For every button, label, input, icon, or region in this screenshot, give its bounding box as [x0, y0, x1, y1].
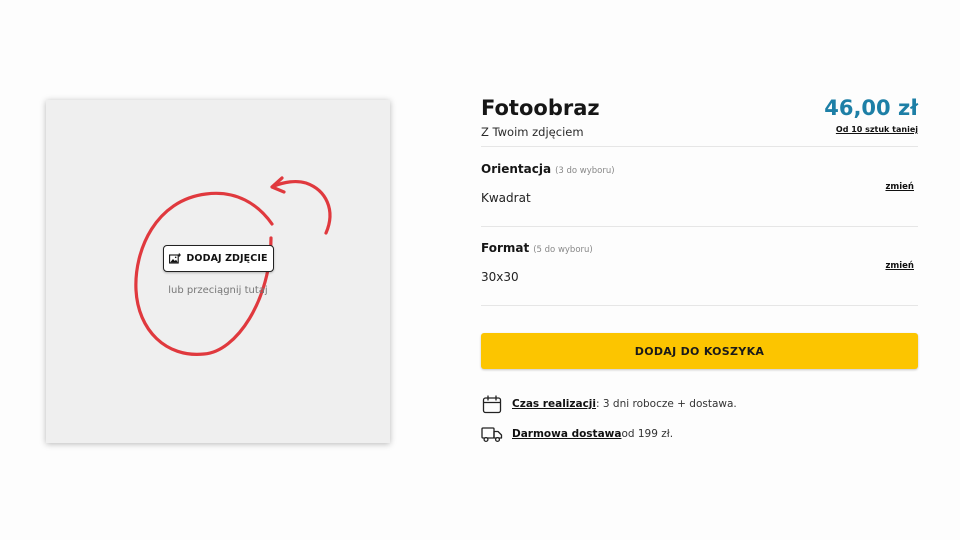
free-delivery-row: Darmowa dostawa od 199 zł.: [481, 423, 673, 445]
drag-hint: lub przeciągnij tutaj: [168, 285, 268, 296]
divider: [481, 146, 918, 147]
option-format-value: 30x30: [481, 270, 519, 284]
option-format-label: Format: [481, 241, 530, 255]
product-subtitle: Z Twoim zdjęciem: [481, 125, 584, 139]
product-title: Fotoobraz: [481, 96, 600, 120]
option-format-count: (5 do wyboru): [533, 245, 593, 255]
add-image-icon: [169, 253, 182, 264]
change-orientation-link[interactable]: zmień: [885, 182, 914, 192]
product-price: 46,00 zł: [824, 96, 918, 120]
option-orientation-count: (3 do wyboru): [555, 166, 615, 176]
change-format-link[interactable]: zmień: [885, 261, 914, 271]
add-to-cart-button[interactable]: DODAJ DO KOSZYKA: [481, 333, 918, 369]
bulk-discount-link[interactable]: Od 10 sztuk taniej: [836, 125, 918, 134]
calendar-icon: [481, 394, 503, 414]
add-to-cart-label: DODAJ DO KOSZYKA: [634, 344, 765, 358]
option-format-title: Format (5 do wyboru): [481, 241, 593, 255]
delivery-truck-icon: [481, 424, 503, 444]
add-photo-button[interactable]: DODAJ ZDJĘCIE: [163, 245, 274, 272]
free-delivery-text: od 199 zł.: [621, 428, 674, 440]
option-orientation-value: Kwadrat: [481, 191, 531, 205]
divider: [481, 305, 918, 306]
photo-upload-area[interactable]: DODAJ ZDJĘCIE lub przeciągnij tutaj: [46, 100, 390, 443]
add-photo-button-label: DODAJ ZDJĘCIE: [186, 253, 268, 264]
option-orientation-title: Orientacja (3 do wyboru): [481, 162, 615, 176]
option-orientation-label: Orientacja: [481, 162, 552, 176]
production-time-text: : 3 dni robocze + dostawa.: [596, 398, 737, 410]
free-delivery-link[interactable]: Darmowa dostawa: [512, 428, 621, 440]
production-time-row: Czas realizacji: 3 dni robocze + dostawa…: [481, 393, 737, 415]
production-time-link[interactable]: Czas realizacji: [512, 398, 596, 410]
divider: [481, 226, 918, 227]
